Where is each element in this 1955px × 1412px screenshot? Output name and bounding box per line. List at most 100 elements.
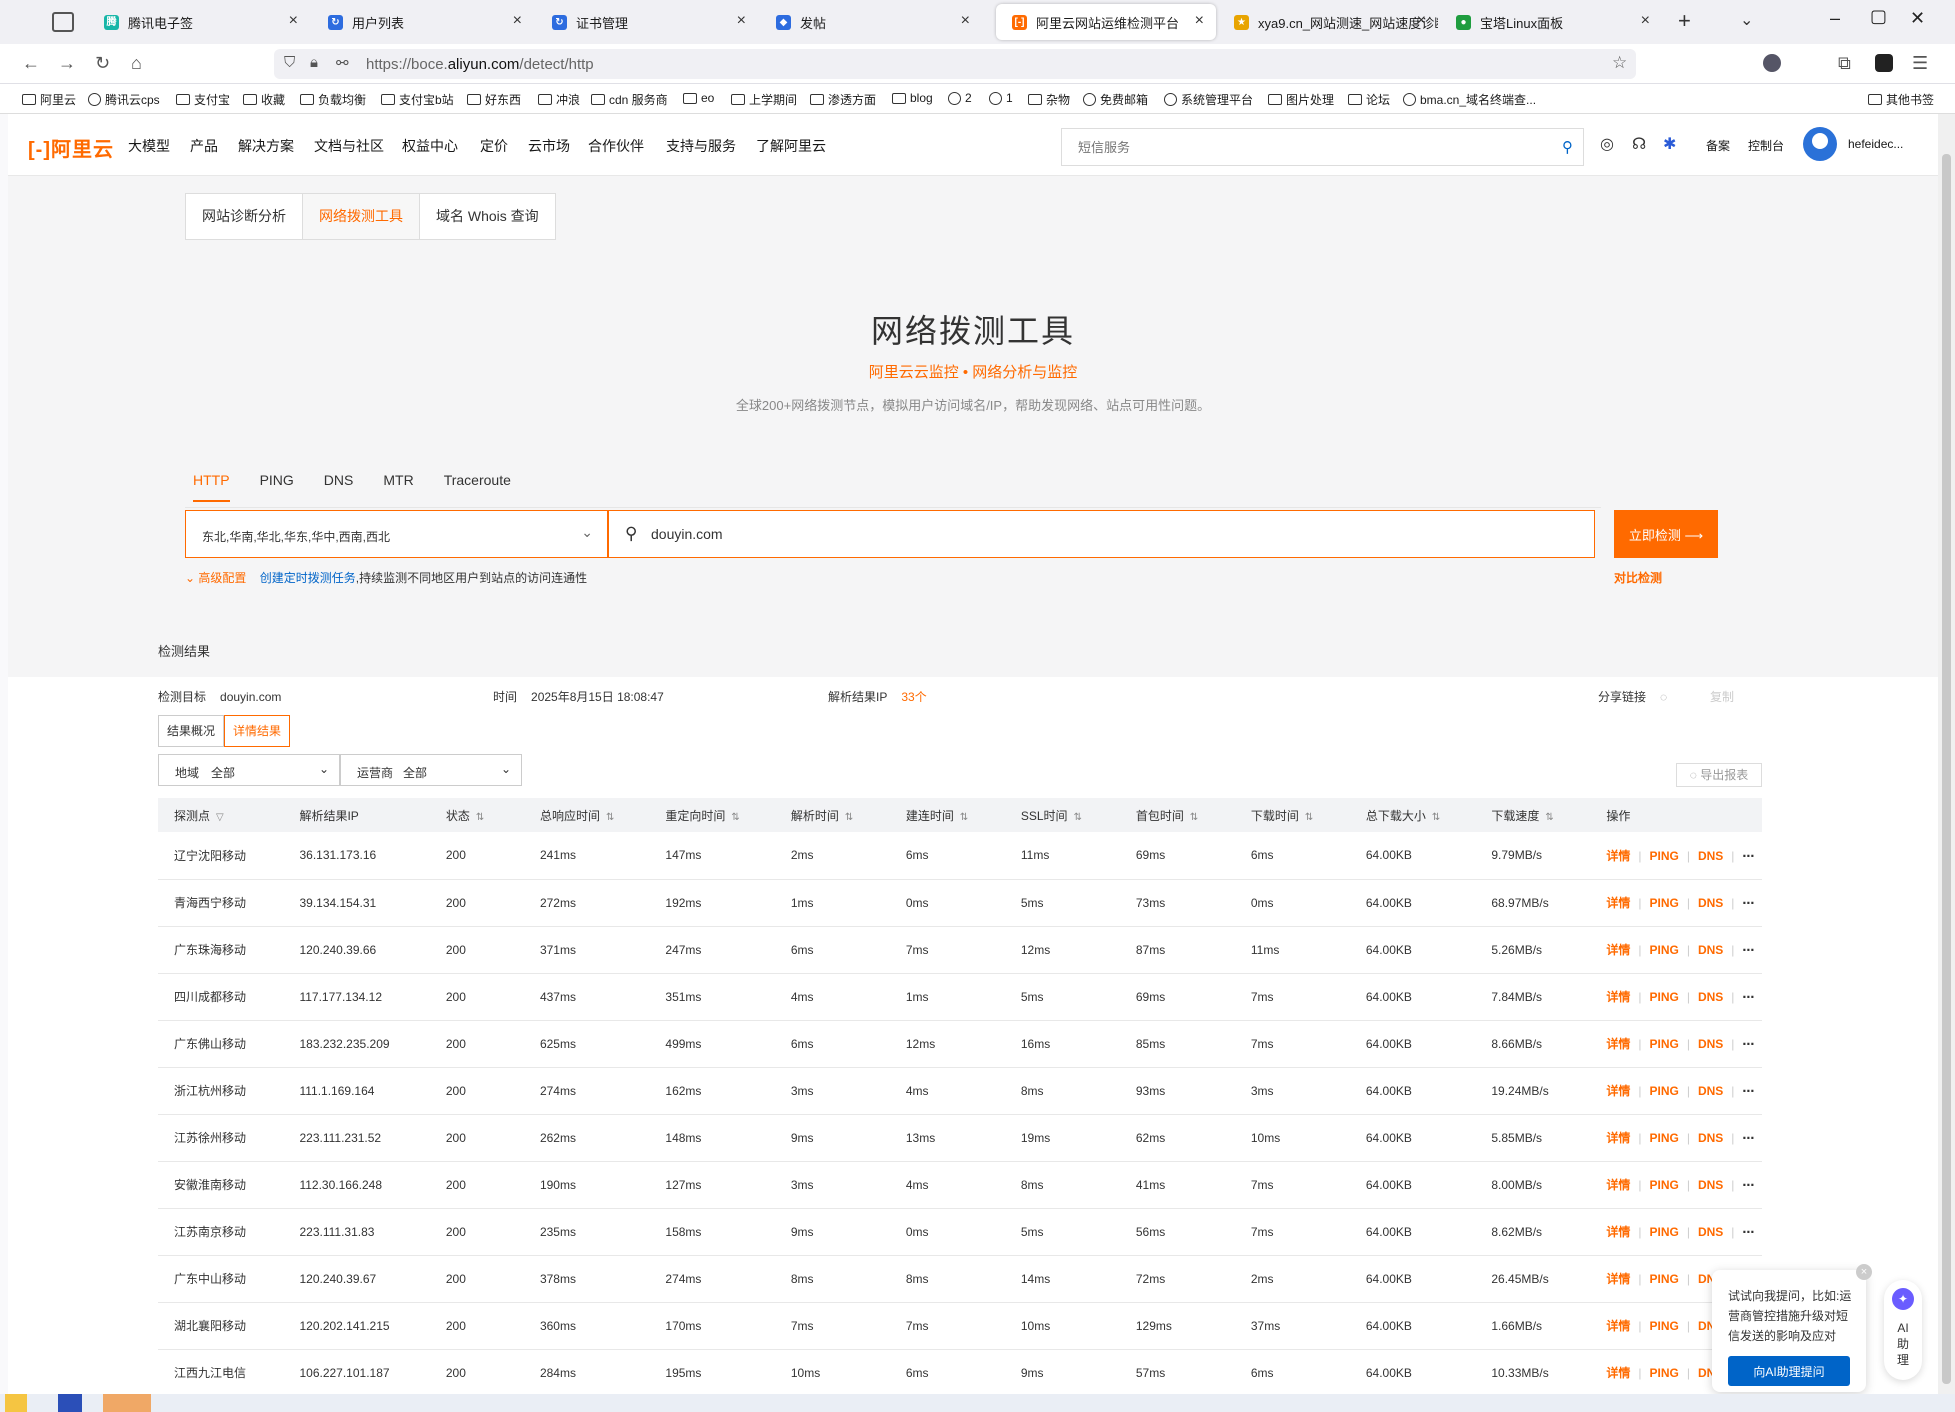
region-select[interactable]: 东北,华南,华北,华东,华中,西南,西北 ⌄ [185, 510, 608, 558]
ping-link[interactable]: PING [1649, 1366, 1678, 1380]
column-header[interactable]: 下载速度 ⇅ [1475, 798, 1591, 832]
detail-link[interactable]: 详情 [1606, 943, 1630, 957]
sort-icon[interactable]: ⇅ [960, 812, 968, 823]
ask-ai-button[interactable]: 向AI助理提问 [1728, 1356, 1850, 1386]
more-icon[interactable]: ⋯ [1742, 849, 1754, 863]
nav-item[interactable]: 定价 [480, 136, 508, 156]
dns-link[interactable]: DNS [1698, 896, 1723, 910]
tab-overview[interactable]: 结果概况 [158, 715, 225, 747]
tab-whois[interactable]: 域名 Whois 查询 [420, 194, 555, 239]
copy-link[interactable]: 复制 [1710, 688, 1734, 705]
browser-tab[interactable]: ↻ 证书管理 × [536, 4, 758, 40]
detail-link[interactable]: 详情 [1606, 896, 1630, 910]
close-icon[interactable]: × [1417, 12, 1426, 30]
more-icon[interactable]: ⋯ [1742, 943, 1754, 957]
create-task-link[interactable]: 创建定时拨测任务 [260, 571, 356, 585]
compare-link[interactable]: 对比检测 [1614, 569, 1662, 586]
tab-list-icon[interactable] [52, 12, 74, 32]
ping-link[interactable]: PING [1649, 1272, 1678, 1286]
bookmark-item[interactable]: cdn 服务商 [591, 91, 668, 108]
export-button[interactable]: ◌ 导出报表 [1676, 763, 1762, 787]
ping-link[interactable]: PING [1649, 1084, 1678, 1098]
detail-link[interactable]: 详情 [1606, 1366, 1630, 1380]
bookmark-item[interactable]: 阿里云 [22, 91, 76, 108]
compass-icon[interactable]: ◎ [1600, 134, 1614, 154]
dns-link[interactable]: DNS [1698, 990, 1723, 1004]
close-icon[interactable]: × [961, 12, 970, 30]
region-filter[interactable]: 地域 全部 ⌄ [158, 754, 340, 786]
browser-tab[interactable]: [-] 阿里云网站运维检测平台 × [996, 4, 1216, 40]
close-icon[interactable]: × [289, 12, 298, 30]
tab-site-diagnosis[interactable]: 网站诊断分析 [186, 194, 303, 239]
vertical-scrollbar[interactable] [1938, 114, 1955, 1394]
bookmark-item[interactable]: 图片处理 [1268, 91, 1334, 108]
taskbar-app-icon[interactable] [5, 1394, 27, 1412]
more-icon[interactable]: ⋯ [1742, 1225, 1754, 1239]
nav-item[interactable]: 权益中心 [402, 136, 458, 156]
nav-item[interactable]: 云市场 [528, 136, 570, 156]
aliyun-logo[interactable]: [-]阿里云 [28, 133, 114, 162]
tab-dns[interactable]: DNS [324, 472, 354, 502]
bookmark-item[interactable]: 负载均衡 [300, 91, 366, 108]
browser-tab[interactable]: ◆ 发帖 × [760, 4, 982, 40]
ai-assistant-button[interactable]: ✦ AI助理 [1884, 1280, 1922, 1380]
close-icon[interactable]: × [1641, 12, 1650, 30]
detail-link[interactable]: 详情 [1606, 990, 1630, 1004]
sort-icon[interactable]: ⇅ [1432, 812, 1440, 823]
detail-link[interactable]: 详情 [1606, 1037, 1630, 1051]
dns-link[interactable]: DNS [1698, 1037, 1723, 1051]
menu-icon[interactable]: ☰ [1912, 53, 1928, 74]
sort-icon[interactable]: ⇅ [1074, 812, 1082, 823]
ping-link[interactable]: PING [1649, 990, 1678, 1004]
dns-link[interactable]: DNS [1698, 943, 1723, 957]
console-link[interactable]: 控制台 [1748, 137, 1784, 154]
browser-tab[interactable]: ↻ 用户列表 × [312, 4, 534, 40]
column-header[interactable]: 建连时间 ⇅ [889, 798, 1005, 832]
close-icon[interactable]: × [737, 12, 746, 30]
column-header[interactable]: 解析时间 ⇅ [774, 798, 890, 832]
column-header[interactable]: 重定向时间 ⇅ [649, 798, 775, 832]
sort-icon[interactable]: ⇅ [606, 812, 614, 823]
advanced-config-link[interactable]: 高级配置 [198, 571, 246, 585]
forward-icon[interactable]: → [58, 53, 76, 74]
dns-link[interactable]: DNS [1698, 1178, 1723, 1192]
bookmark-star-icon[interactable]: ☆ [1612, 53, 1627, 73]
chevron-down-icon[interactable]: ⌄ [1740, 10, 1753, 30]
ai-spark-icon[interactable]: ✱ [1663, 134, 1676, 154]
taskbar-app-icon[interactable] [58, 1394, 82, 1412]
detail-link[interactable]: 详情 [1606, 1131, 1630, 1145]
target-input[interactable] [651, 511, 1551, 557]
dns-link[interactable]: DNS [1698, 1131, 1723, 1145]
more-icon[interactable]: ⋯ [1742, 896, 1754, 910]
bookmark-item[interactable]: 系统管理平台 [1164, 91, 1253, 108]
bookmark-item[interactable]: 支付宝 [176, 91, 230, 108]
nav-item[interactable]: 合作伙伴 [588, 136, 644, 156]
bookmark-item[interactable]: 腾讯云cps [88, 91, 160, 108]
extensions-icon[interactable]: ⧉ [1838, 53, 1851, 74]
search-icon[interactable]: ⚲ [1562, 138, 1573, 156]
tab-ping[interactable]: PING [260, 472, 294, 502]
ping-link[interactable]: PING [1649, 1319, 1678, 1333]
taskbar-app-icon[interactable] [103, 1394, 151, 1412]
bookmark-item[interactable]: blog [892, 91, 933, 105]
chevron-down-icon[interactable]: ⌄ [185, 571, 195, 585]
detail-link[interactable]: 详情 [1606, 1084, 1630, 1098]
new-tab-icon[interactable]: + [1678, 8, 1691, 34]
sort-icon[interactable]: ⇅ [1190, 812, 1198, 823]
home-icon[interactable]: ⌂ [131, 53, 142, 74]
column-header[interactable]: 探测点 ▽ [158, 798, 284, 832]
nav-item[interactable]: 解决方案 [238, 136, 294, 156]
column-header[interactable]: 总下载大小 ⇅ [1349, 798, 1476, 832]
detect-button[interactable]: 立即检测 ⟶ [1614, 510, 1718, 558]
sort-icon[interactable]: ⇅ [476, 812, 484, 823]
more-icon[interactable]: ⋯ [1742, 1084, 1754, 1098]
maximize-icon[interactable]: ▢ [1870, 6, 1887, 27]
nav-item[interactable]: 产品 [190, 136, 218, 156]
ping-link[interactable]: PING [1649, 1131, 1678, 1145]
more-icon[interactable]: ⋯ [1742, 1178, 1754, 1192]
ping-link[interactable]: PING [1649, 1178, 1678, 1192]
nav-item[interactable]: 文档与社区 [314, 136, 384, 156]
detail-link[interactable]: 详情 [1606, 1272, 1630, 1286]
column-header[interactable]: 下载时间 ⇅ [1234, 798, 1350, 832]
bookmark-item[interactable]: 渗透方面 [810, 91, 876, 108]
